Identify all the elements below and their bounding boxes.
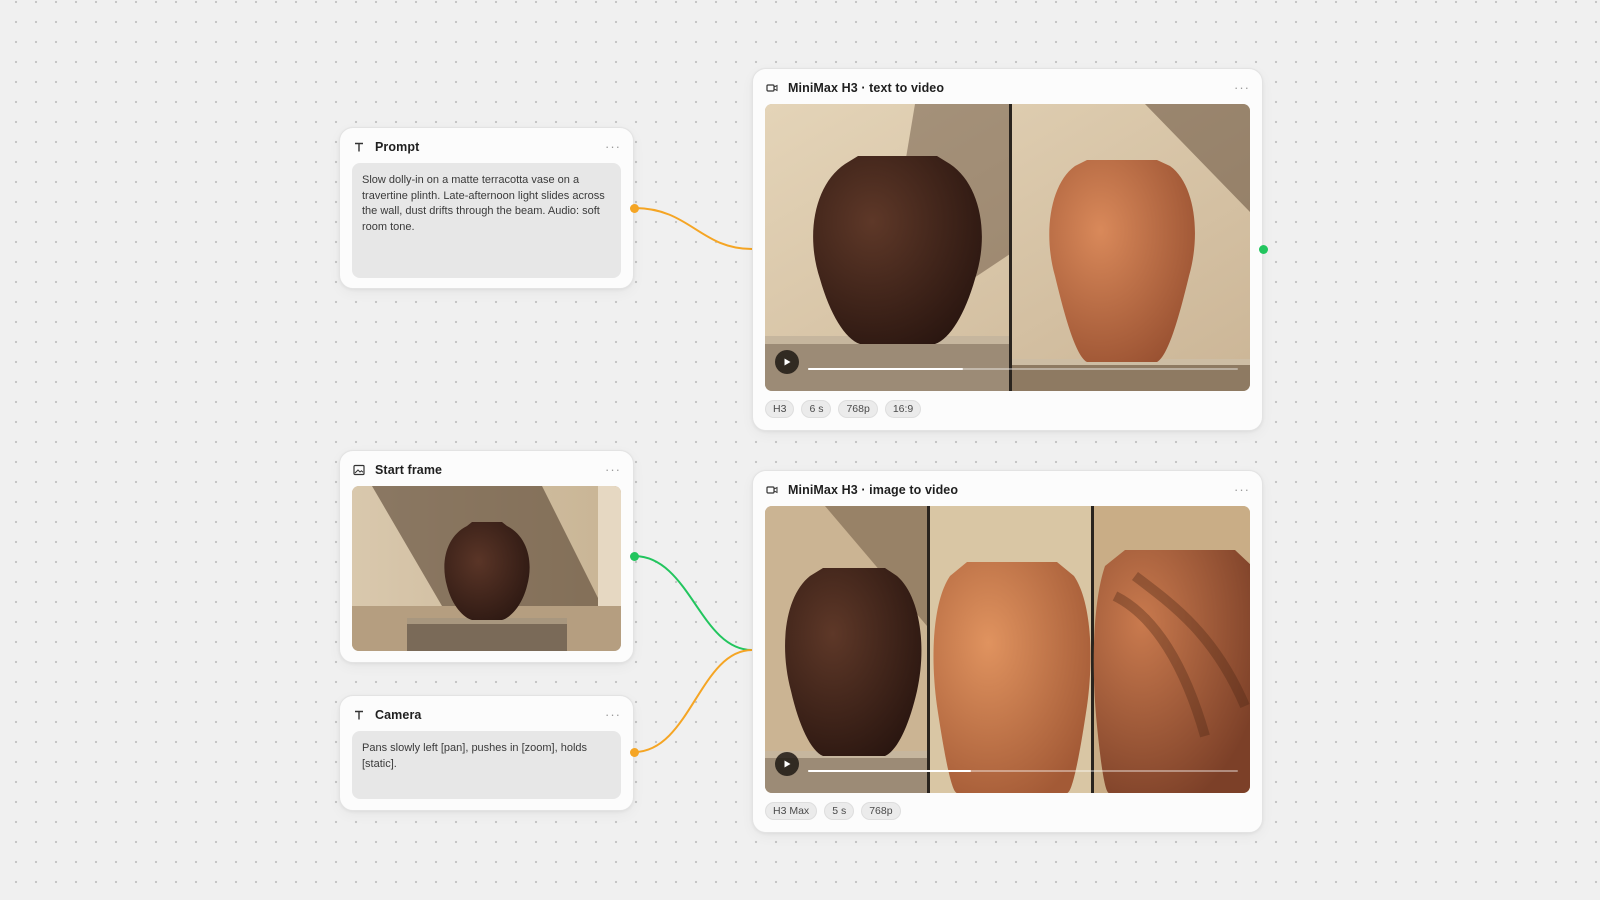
spec-tag: H3 Max	[765, 802, 818, 820]
start-frame-image[interactable]	[352, 486, 621, 651]
node-title: MiniMax H3 · image to video	[788, 483, 959, 497]
wire-camera-to-i2v	[633, 649, 753, 753]
more-options-icon[interactable]: ···	[605, 463, 621, 476]
video-icon	[765, 483, 779, 497]
text-icon	[352, 708, 366, 722]
spec-tag: H3	[765, 400, 795, 418]
text-icon	[352, 140, 366, 154]
wire-prompt-to-t2v	[633, 207, 753, 250]
camera-text-field[interactable]: Pans slowly left [pan], pushes in [zoom]…	[352, 731, 621, 799]
t2v-node-header[interactable]: MiniMax H3 · text to video ···	[765, 79, 1250, 97]
node-title: Start frame	[375, 463, 443, 477]
start-frame-node[interactable]: Start frame ···	[339, 450, 634, 663]
wire-start-frame-to-i2v	[633, 555, 753, 651]
more-options-icon[interactable]: ···	[605, 708, 621, 721]
t2v-output-port[interactable]	[1259, 245, 1268, 254]
t2v-tags: H3 6 s 768p 16:9	[765, 400, 922, 418]
t2v-play-button[interactable]	[775, 350, 799, 374]
prompt-node-header[interactable]: Prompt ···	[352, 138, 621, 156]
spec-tag: 16:9	[884, 400, 922, 418]
play-icon	[784, 760, 791, 768]
t2v-progress-fill	[808, 368, 963, 370]
camera-node-header[interactable]: Camera ···	[352, 706, 621, 724]
i2v-video-player[interactable]	[765, 506, 1250, 793]
spec-tag: 5 s	[824, 802, 855, 820]
image-to-video-node[interactable]: MiniMax H3 · image to video ··· H3 Max 5…	[752, 470, 1263, 833]
spec-tag: 768p	[838, 400, 878, 418]
i2v-node-header[interactable]: MiniMax H3 · image to video ···	[765, 481, 1250, 499]
i2v-play-button[interactable]	[775, 752, 799, 776]
i2v-progress-fill	[808, 770, 972, 772]
i2v-input-port[interactable]	[748, 646, 757, 655]
t2v-video-player[interactable]	[765, 104, 1250, 391]
video-icon	[765, 81, 779, 95]
text-to-video-node[interactable]: MiniMax H3 · text to video ··· H3 6 s 76…	[752, 68, 1263, 431]
spec-tag: 6 s	[801, 400, 832, 418]
prompt-text-field[interactable]: Slow dolly-in on a matte terracotta vase…	[352, 163, 621, 278]
more-options-icon[interactable]: ···	[1234, 483, 1250, 496]
start-frame-node-header[interactable]: Start frame ···	[352, 461, 621, 479]
node-title: Prompt	[375, 140, 420, 154]
more-options-icon[interactable]: ···	[605, 140, 621, 153]
play-icon	[784, 358, 791, 366]
camera-output-port[interactable]	[630, 748, 639, 757]
more-options-icon[interactable]: ···	[1234, 81, 1250, 94]
start-frame-output-port[interactable]	[630, 552, 639, 561]
spec-tag: 768p	[861, 802, 901, 820]
image-icon	[352, 463, 366, 477]
node-title: Camera	[375, 708, 422, 722]
i2v-tags: H3 Max 5 s 768p	[765, 802, 901, 820]
prompt-node[interactable]: Prompt ··· Slow dolly-in on a matte terr…	[339, 127, 634, 289]
i2v-progress-track[interactable]	[808, 770, 1238, 772]
prompt-output-port[interactable]	[630, 204, 639, 213]
node-title: MiniMax H3 · text to video	[788, 81, 945, 95]
t2v-progress-track[interactable]	[808, 368, 1238, 370]
camera-node[interactable]: Camera ··· Pans slowly left [pan], pushe…	[339, 695, 634, 811]
